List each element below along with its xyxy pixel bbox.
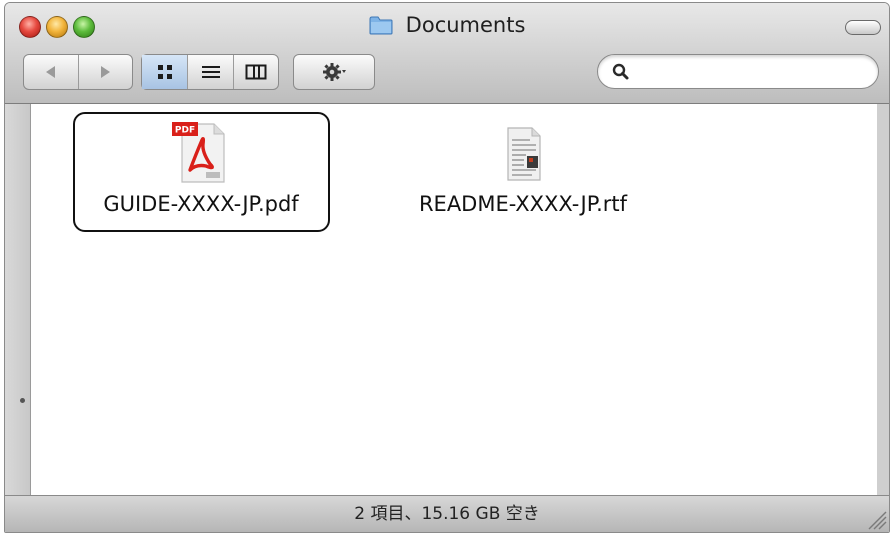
gear-icon (323, 63, 346, 81)
right-border (877, 104, 889, 496)
list-view-icon (201, 66, 220, 78)
list-view-button[interactable] (187, 55, 232, 89)
action-menu-button[interactable] (293, 54, 375, 90)
file-item-readme-rtf[interactable]: README-XXXX-JP.rtf (406, 118, 640, 216)
nav-buttons (23, 54, 133, 90)
file-name[interactable]: GUIDE-XXXX-JP.pdf (71, 192, 331, 216)
search-field[interactable] (597, 54, 879, 89)
file-item-guide-pdf[interactable]: PDF GUIDE-XXXX-JP.pdf (71, 118, 331, 216)
resize-grip-icon[interactable] (865, 508, 887, 530)
chevron-down-icon (342, 70, 346, 73)
window-title: Documents (405, 13, 526, 37)
title-bar[interactable]: Documents (5, 3, 889, 104)
back-arrow-icon (45, 66, 55, 78)
pdf-badge: PDF (175, 126, 195, 136)
forward-arrow-icon (101, 66, 111, 78)
pdf-file-icon[interactable]: PDF (166, 118, 236, 186)
status-text: 2 項目、15.16 GB 空き (354, 504, 540, 524)
file-browser-area[interactable]: PDF GUIDE-XXXX-JP.pdf README-XXXX-JP.rtf (31, 104, 879, 496)
column-view-icon (245, 64, 267, 80)
action-button-content[interactable] (294, 55, 374, 89)
finder-window: Documents PDF GUIDE-XXXX-JP.pdf README-X… (4, 2, 890, 533)
icon-view-button[interactable] (142, 55, 188, 89)
column-view-button[interactable] (232, 55, 278, 89)
toolbar-toggle-button[interactable] (845, 20, 881, 35)
splitter-handle[interactable] (20, 398, 25, 403)
sidebar-splitter[interactable] (5, 104, 31, 496)
view-mode-buttons (141, 54, 279, 90)
rtf-file-icon[interactable] (488, 118, 558, 186)
window-title-group: Documents (5, 13, 889, 37)
folder-icon (369, 16, 393, 35)
search-icon (612, 63, 629, 80)
forward-button[interactable] (77, 55, 132, 89)
back-button[interactable] (24, 55, 78, 89)
status-bar: 2 項目、15.16 GB 空き (5, 495, 889, 532)
icon-view-icon (157, 65, 172, 79)
file-name[interactable]: README-XXXX-JP.rtf (406, 192, 640, 216)
